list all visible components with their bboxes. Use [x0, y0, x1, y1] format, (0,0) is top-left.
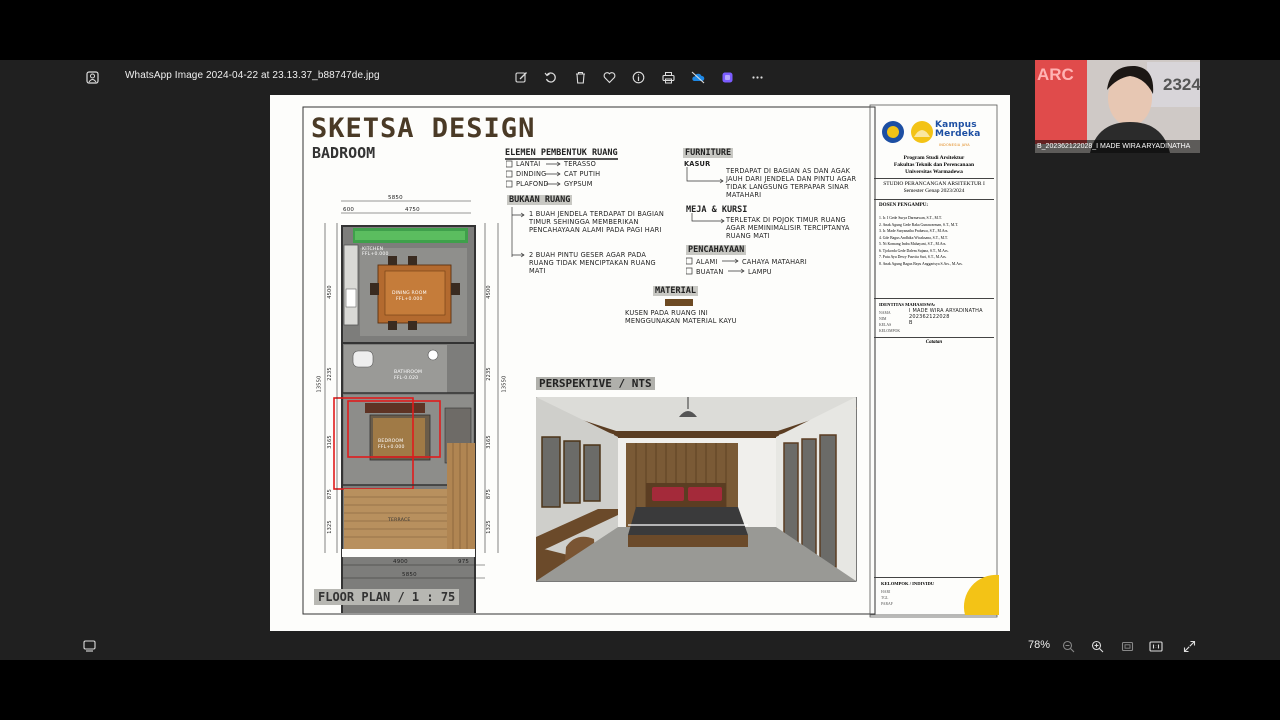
dim-right-4: 875: [486, 488, 493, 500]
zoom-level: 78%: [1028, 639, 1051, 651]
dim-left-5: 1325: [326, 520, 333, 534]
lighting-value-natural: CAHAYA MATAHARI: [742, 258, 807, 266]
element-value-ceiling: GYPSUM: [564, 180, 593, 188]
plan-label-kitchen: KITCHEN FFL+0.000: [362, 247, 389, 257]
material-wood-swatch: [665, 299, 693, 306]
dim-right-1: 4500: [485, 285, 492, 299]
logo-text: Kampus Merdeka: [935, 120, 981, 139]
print-icon[interactable]: [657, 66, 679, 88]
dim-left-1: 4500: [326, 285, 333, 299]
lecturers-heading: DOSEN PENGAMPU:: [879, 203, 929, 208]
dim-top-inner: 4750: [405, 207, 420, 213]
studio: STUDIO PERANCANGAN ARSITEKTUR I: [883, 181, 985, 187]
identity-values: I MADE WIRA ARYADINATHA 202362122028 B: [909, 308, 983, 326]
sketch-sheet: SKETSA DESIGN BADROOM 5850 600 4750 4900…: [270, 95, 1010, 631]
lighting-value-artificial: LAMPU: [748, 268, 772, 276]
fit-icon[interactable]: [1116, 635, 1138, 657]
openings-heading: BUKAAN RUANG: [507, 195, 573, 205]
info-icon[interactable]: [627, 66, 649, 88]
dim-left-3: 3165: [326, 435, 333, 449]
rotate-icon[interactable]: [539, 66, 561, 88]
openings-item1: 1 BUAH JENDELA TERDAPAT DI BAGIAN TIMUR …: [529, 210, 664, 234]
filmstrip-icon[interactable]: [78, 635, 100, 657]
lighting-heading: PENCAHAYAAN: [686, 245, 747, 255]
dim-bottom-right: 975: [458, 559, 470, 565]
fullscreen-icon[interactable]: [1178, 635, 1200, 657]
sheet-subtitle: BADROOM: [312, 144, 376, 162]
group-heading: KELOMPOK / INDIVIDU: [881, 581, 935, 586]
participant-name-label: B_202362122028_I MADE WIRA ARYADINATHA: [1035, 140, 1200, 153]
group-labels: HARI TGL PARAF: [881, 589, 893, 607]
identity-heading: IDENTITAS MAHASISWA:: [879, 302, 936, 307]
dim-right-5: 1325: [485, 520, 492, 534]
viewer-bottom-bar: 78%: [0, 632, 1280, 660]
furniture-meja-text: TERLETAK DI POJOK TIMUR RUANG AGAR MEMIN…: [726, 216, 850, 240]
heart-icon[interactable]: [598, 66, 620, 88]
lecturers-list: 1. Ir. I Gede Surya Darmawan, S.T., M.T.…: [879, 215, 997, 267]
furniture-heading: FURNITURE: [683, 148, 734, 158]
studio-block: STUDIO PERANCANGAN ARSITEKTUR I Semester…: [871, 181, 997, 195]
openings-arrows: [511, 207, 525, 258]
app-menu-icon[interactable]: [81, 66, 103, 88]
material-text: KUSEN PADA RUANG INI MENGGUNAKAN MATERIA…: [625, 309, 737, 325]
more-icon[interactable]: [746, 66, 768, 88]
webcam-tile[interactable]: ARC 2324 B_202362122028_I MADE WIRA ARYA…: [1035, 60, 1200, 153]
university: Universitas Warmadewa: [905, 169, 963, 175]
identity-labels: NAMA NIM KELAS KELOMPOK: [879, 310, 900, 334]
dim-bottom-left: 4900: [393, 559, 408, 565]
edit-icon[interactable]: [510, 66, 532, 88]
furniture-kasur-text: TERDAPAT DI BAGIAN AS DAN AGAK JAUH DARI…: [726, 167, 857, 199]
plan-label-bedroom: BEDROOM FFL+0.000: [378, 439, 405, 450]
perspective-drawing: [536, 397, 857, 582]
zoom-out-icon[interactable]: [1057, 635, 1079, 657]
perspective-label: PERSPEKTIVE / NTS: [536, 377, 655, 390]
app-icon[interactable]: [716, 66, 738, 88]
corner-yellow-shape: [963, 574, 999, 615]
sheet-title: SKETSA DESIGN: [311, 113, 536, 144]
program: Program Studi Arsitektur: [903, 155, 965, 161]
file-name: WhatsApp Image 2024-04-22 at 23.13.37_b8…: [125, 70, 380, 81]
identity-value-class: B: [909, 320, 913, 326]
logo-subtext: INDONESIA JAYA: [939, 143, 970, 147]
plan-label-bathroom: BATHROOM FFL-0.020: [394, 370, 423, 381]
cloud-icon[interactable]: [687, 66, 709, 88]
lecturer-8: 8. Anak Agung Bagus Bayu Anggarisya S.Ar…: [879, 261, 963, 266]
institution: Program Studi Arsitektur Fakultas Teknik…: [871, 155, 997, 176]
notes-heading: Catatan: [925, 340, 943, 345]
lighting-label-artificial: BUATAN: [696, 268, 724, 276]
dim-right-2: 2235: [485, 367, 492, 381]
lighting-label-natural: ALAMI: [696, 258, 718, 266]
zoom-in-icon[interactable]: [1086, 635, 1108, 657]
dim-left-total: 13550: [316, 375, 323, 393]
title-block: Kampus Merdeka INDONESIA JAYA Program St…: [871, 105, 999, 617]
faculty: Fakultas Teknik dan Perencanaan: [893, 162, 975, 168]
dim-top-left: 600: [343, 207, 355, 213]
element-value-wall: CAT PUTIH: [564, 170, 601, 178]
element-bullets: [506, 160, 561, 188]
plan-label-terrace: TERRACE: [388, 518, 411, 523]
dim-right-3: 3165: [485, 435, 492, 449]
dim-right-total: 13550: [501, 375, 508, 393]
floor-plan-label: FLOOR PLAN / 1 : 75: [314, 589, 460, 605]
dim-left-2: 2235: [326, 367, 333, 381]
delete-icon[interactable]: [569, 66, 591, 88]
dim-bottom-outer: 5850: [402, 572, 417, 578]
plan-label-dining: DINING ROOM FFL+0.000: [392, 291, 427, 302]
floor-plan-drawing: [324, 200, 499, 613]
group-label-sign: PARAF: [881, 602, 893, 606]
identity-label-group: KELOMPOK: [879, 329, 901, 333]
dim-left-4: 875: [327, 488, 334, 500]
material-heading: MATERIAL: [653, 286, 698, 296]
openings-item2: 2 BUAH PINTU GESER AGAR PADA RUANG TIDAK…: [529, 251, 656, 275]
semester: Semester Genap 2023/2024: [903, 188, 965, 194]
actual-size-icon[interactable]: [1145, 635, 1167, 657]
dim-top-outer: 5850: [388, 195, 403, 201]
element-value-floor: TERASSO: [564, 160, 596, 168]
elements-heading: ELEMEN PEMBENTUK RUANG: [505, 148, 618, 160]
